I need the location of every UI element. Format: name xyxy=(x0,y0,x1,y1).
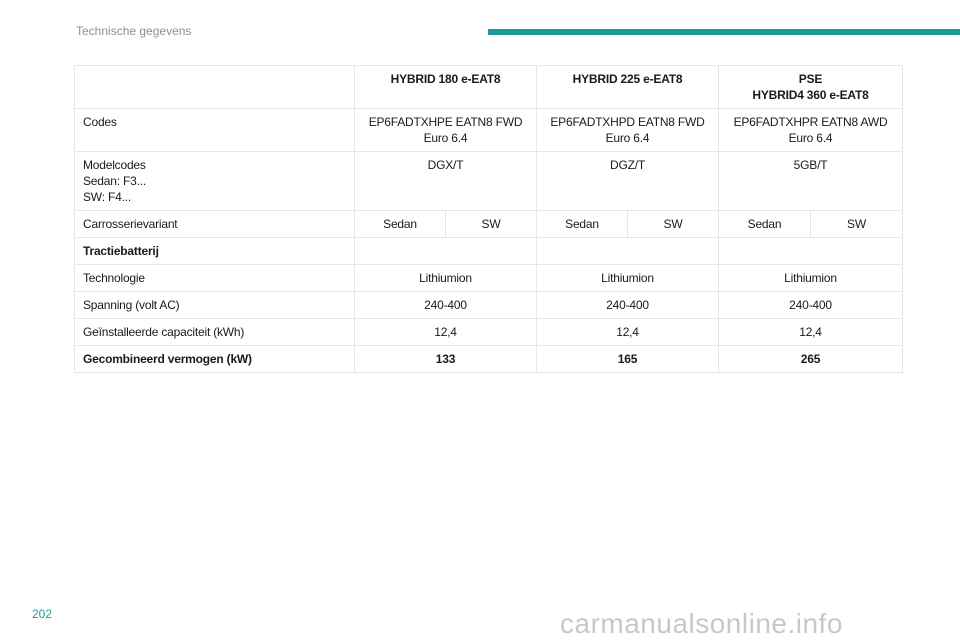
empty-cell xyxy=(718,237,903,265)
header-hybrid-180: HYBRID 180 e-EAT8 xyxy=(354,65,537,109)
cell-technology-3: Lithiumion xyxy=(718,264,903,292)
empty-cell xyxy=(536,237,719,265)
row-label-voltage: Spanning (volt AC) xyxy=(74,291,355,319)
header-pse-hybrid4-360: PSE HYBRID4 360 e-EAT8 xyxy=(718,65,903,109)
table-row-codes: Codes EP6FADTXHPE EATN8 FWD Euro 6.4 EP6… xyxy=(74,108,903,152)
row-label-technology: Technologie xyxy=(74,264,355,292)
table-row-modelcodes: Modelcodes Sedan: F3... SW: F4... DGX/T … xyxy=(74,151,903,211)
cell-body-1: Sedan xyxy=(354,210,446,238)
cell-capacity-1: 12,4 xyxy=(354,318,537,346)
row-label-codes: Codes xyxy=(74,108,355,152)
table-row-voltage: Spanning (volt AC) 240-400 240-400 240-4… xyxy=(74,291,903,319)
table-row-power: Gecombineerd vermogen (kW) 133 165 265 xyxy=(74,345,903,373)
row-label-power: Gecombineerd vermogen (kW) xyxy=(74,345,355,373)
header-empty-cell xyxy=(74,65,355,109)
cell-body-6: SW xyxy=(810,210,903,238)
cell-body-3: Sedan xyxy=(536,210,628,238)
cell-modelcodes-3: 5GB/T xyxy=(718,151,903,211)
cell-capacity-3: 12,4 xyxy=(718,318,903,346)
row-label-capacity: Geïnstalleerde capaciteit (kWh) xyxy=(74,318,355,346)
cell-codes-3: EP6FADTXHPR EATN8 AWD Euro 6.4 xyxy=(718,108,903,152)
cell-body-4: SW xyxy=(627,210,719,238)
table-row-capacity: Geïnstalleerde capaciteit (kWh) 12,4 12,… xyxy=(74,318,903,346)
table-header-row: HYBRID 180 e-EAT8 HYBRID 225 e-EAT8 PSE … xyxy=(74,65,903,109)
cell-voltage-1: 240-400 xyxy=(354,291,537,319)
cell-technology-1: Lithiumion xyxy=(354,264,537,292)
cell-capacity-2: 12,4 xyxy=(536,318,719,346)
table-row-body-variant: Carrosserievariant Sedan SW Sedan SW Sed… xyxy=(74,210,903,238)
technical-specs-table: HYBRID 180 e-EAT8 HYBRID 225 e-EAT8 PSE … xyxy=(74,65,903,373)
page-number: 202 xyxy=(32,607,53,621)
section-accent-bar xyxy=(488,29,960,35)
watermark-text: carmanualsonline.info xyxy=(560,608,843,639)
table-row-technology: Technologie Lithiumion Lithiumion Lithiu… xyxy=(74,264,903,292)
section-title: Technische gegevens xyxy=(76,24,192,38)
row-label-modelcodes: Modelcodes Sedan: F3... SW: F4... xyxy=(74,151,355,211)
cell-body-2: SW xyxy=(445,210,537,238)
row-label-body-variant: Carrosserievariant xyxy=(74,210,355,238)
cell-power-1: 133 xyxy=(354,345,537,373)
cell-power-3: 265 xyxy=(718,345,903,373)
cell-voltage-2: 240-400 xyxy=(536,291,719,319)
cell-modelcodes-1: DGX/T xyxy=(354,151,537,211)
cell-modelcodes-2: DGZ/T xyxy=(536,151,719,211)
cell-voltage-3: 240-400 xyxy=(718,291,903,319)
cell-body-5: Sedan xyxy=(718,210,811,238)
cell-technology-2: Lithiumion xyxy=(536,264,719,292)
battery-heading: Tractiebatterij xyxy=(74,237,355,265)
cell-power-2: 165 xyxy=(536,345,719,373)
header-hybrid-225: HYBRID 225 e-EAT8 xyxy=(536,65,719,109)
table-row-battery-heading: Tractiebatterij xyxy=(74,237,903,265)
empty-cell xyxy=(354,237,537,265)
cell-codes-1: EP6FADTXHPE EATN8 FWD Euro 6.4 xyxy=(354,108,537,152)
cell-codes-2: EP6FADTXHPD EATN8 FWD Euro 6.4 xyxy=(536,108,719,152)
